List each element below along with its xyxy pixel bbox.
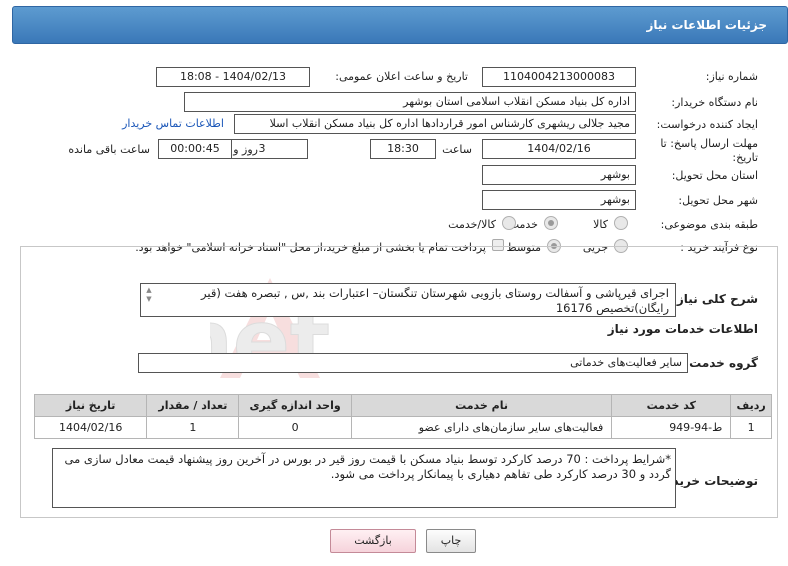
col-service-code: کد خدمت	[611, 394, 732, 417]
buyer-notes-line-1: *شرایط پرداخت : 70 درصد کارکرد توسط بنیا…	[64, 452, 671, 466]
category-radio-goods-service[interactable]	[502, 216, 516, 230]
delivery-city-label: شهر محل تحویل:	[678, 194, 758, 207]
category-option-goods-service: کالا/خدمت	[448, 218, 496, 231]
cell-row-number: 1	[730, 416, 772, 439]
col-need-date: تاریخ نیاز	[33, 394, 148, 417]
category-option-goods: کالا	[593, 218, 608, 231]
remaining-time-field[interactable]: 00:00:45	[158, 139, 232, 159]
deadline-label: مهلت ارسال پاسخ: تا تاریخ:	[660, 137, 758, 164]
summary-textarea[interactable]: ▲ ▼ اجرای قیرپاشی و آسفالت روستای بازویی …	[140, 283, 676, 317]
print-button[interactable]: چاپ	[426, 529, 476, 553]
category-label: طبقه بندی موضوعی:	[660, 218, 758, 231]
buyer-notes-textarea[interactable]: *شرایط پرداخت : 70 درصد کارکرد توسط بنیا…	[52, 448, 676, 508]
announce-date-field[interactable]: 1404/02/13 - 18:08	[156, 67, 310, 87]
cell-quantity: 1	[146, 416, 240, 439]
delivery-province-field[interactable]: بوشهر	[482, 165, 636, 185]
deadline-time-label: ساعت	[442, 143, 472, 156]
service-group-field[interactable]: سایر فعالیت‌های خدماتی	[138, 353, 688, 373]
col-unit: واحد اندازه گیری	[238, 394, 352, 417]
services-table: ردیف کد خدمت نام خدمت واحد اندازه گیری ت…	[33, 394, 772, 439]
summary-line-2: رایگان)تخصیص 16176	[555, 301, 669, 315]
cell-need-date: 1404/02/16	[33, 416, 148, 439]
service-group-label: گروه خدمت:	[684, 356, 758, 370]
summary-label: شرح کلی نیاز:	[672, 292, 758, 306]
page-header: جزئیات اطلاعات نیاز	[12, 6, 788, 44]
table-row[interactable]: 1 ط-94-949 فعالیت‌های سایر سازمان‌های دا…	[33, 416, 772, 439]
announce-date-label: تاریخ و ساعت اعلان عمومی:	[335, 70, 468, 83]
table-header-row: ردیف کد خدمت نام خدمت واحد اندازه گیری ت…	[33, 394, 772, 417]
buyer-org-label: نام دستگاه خریدار:	[671, 96, 758, 109]
need-number-field[interactable]: 1104004213000083	[482, 67, 636, 87]
deadline-time-field[interactable]: 18:30	[370, 139, 436, 159]
creator-field[interactable]: مجید جلالی ریشهری کارشناس امور قراردادها…	[234, 114, 636, 134]
buyer-contact-link[interactable]: اطلاعات تماس خریدار	[122, 117, 224, 130]
services-heading: اطلاعات خدمات مورد نیاز	[607, 322, 758, 336]
delivery-city-field[interactable]: بوشهر	[482, 190, 636, 210]
need-number-label: شماره نیاز:	[705, 70, 758, 83]
cell-unit: 0	[238, 416, 352, 439]
remaining-time-label: ساعت باقی مانده	[68, 143, 150, 156]
scroll-arrows-icon[interactable]: ▲ ▼	[143, 286, 155, 306]
buyer-org-field[interactable]: اداره کل بنیاد مسکن انقلاب اسلامی استان …	[184, 92, 636, 112]
category-radio-service[interactable]	[544, 216, 558, 230]
cell-service-name: فعالیت‌های سایر سازمان‌های دارای عضو	[350, 416, 613, 439]
cell-service-code: ط-94-949	[611, 416, 732, 439]
summary-line-1: اجرای قیرپاشی و آسفالت روستای بازویی شهر…	[201, 286, 669, 300]
col-service-name: نام خدمت	[350, 394, 613, 417]
col-row: ردیف	[730, 394, 772, 417]
col-quantity: تعداد / مقدار	[146, 394, 240, 417]
days-label: روز و	[233, 143, 258, 156]
back-button[interactable]: بازگشت	[330, 529, 416, 553]
page-title: جزئیات اطلاعات نیاز	[646, 18, 767, 32]
deadline-date-field[interactable]: 1404/02/16	[482, 139, 636, 159]
delivery-province-label: استان محل تحویل:	[671, 169, 758, 182]
buyer-notes-line-2: گردد و 30 درصد کارکرد طی تفاهم دهیاری با…	[330, 467, 671, 481]
category-radio-goods[interactable]	[614, 216, 628, 230]
creator-label: ایجاد کننده درخواست:	[656, 118, 758, 131]
